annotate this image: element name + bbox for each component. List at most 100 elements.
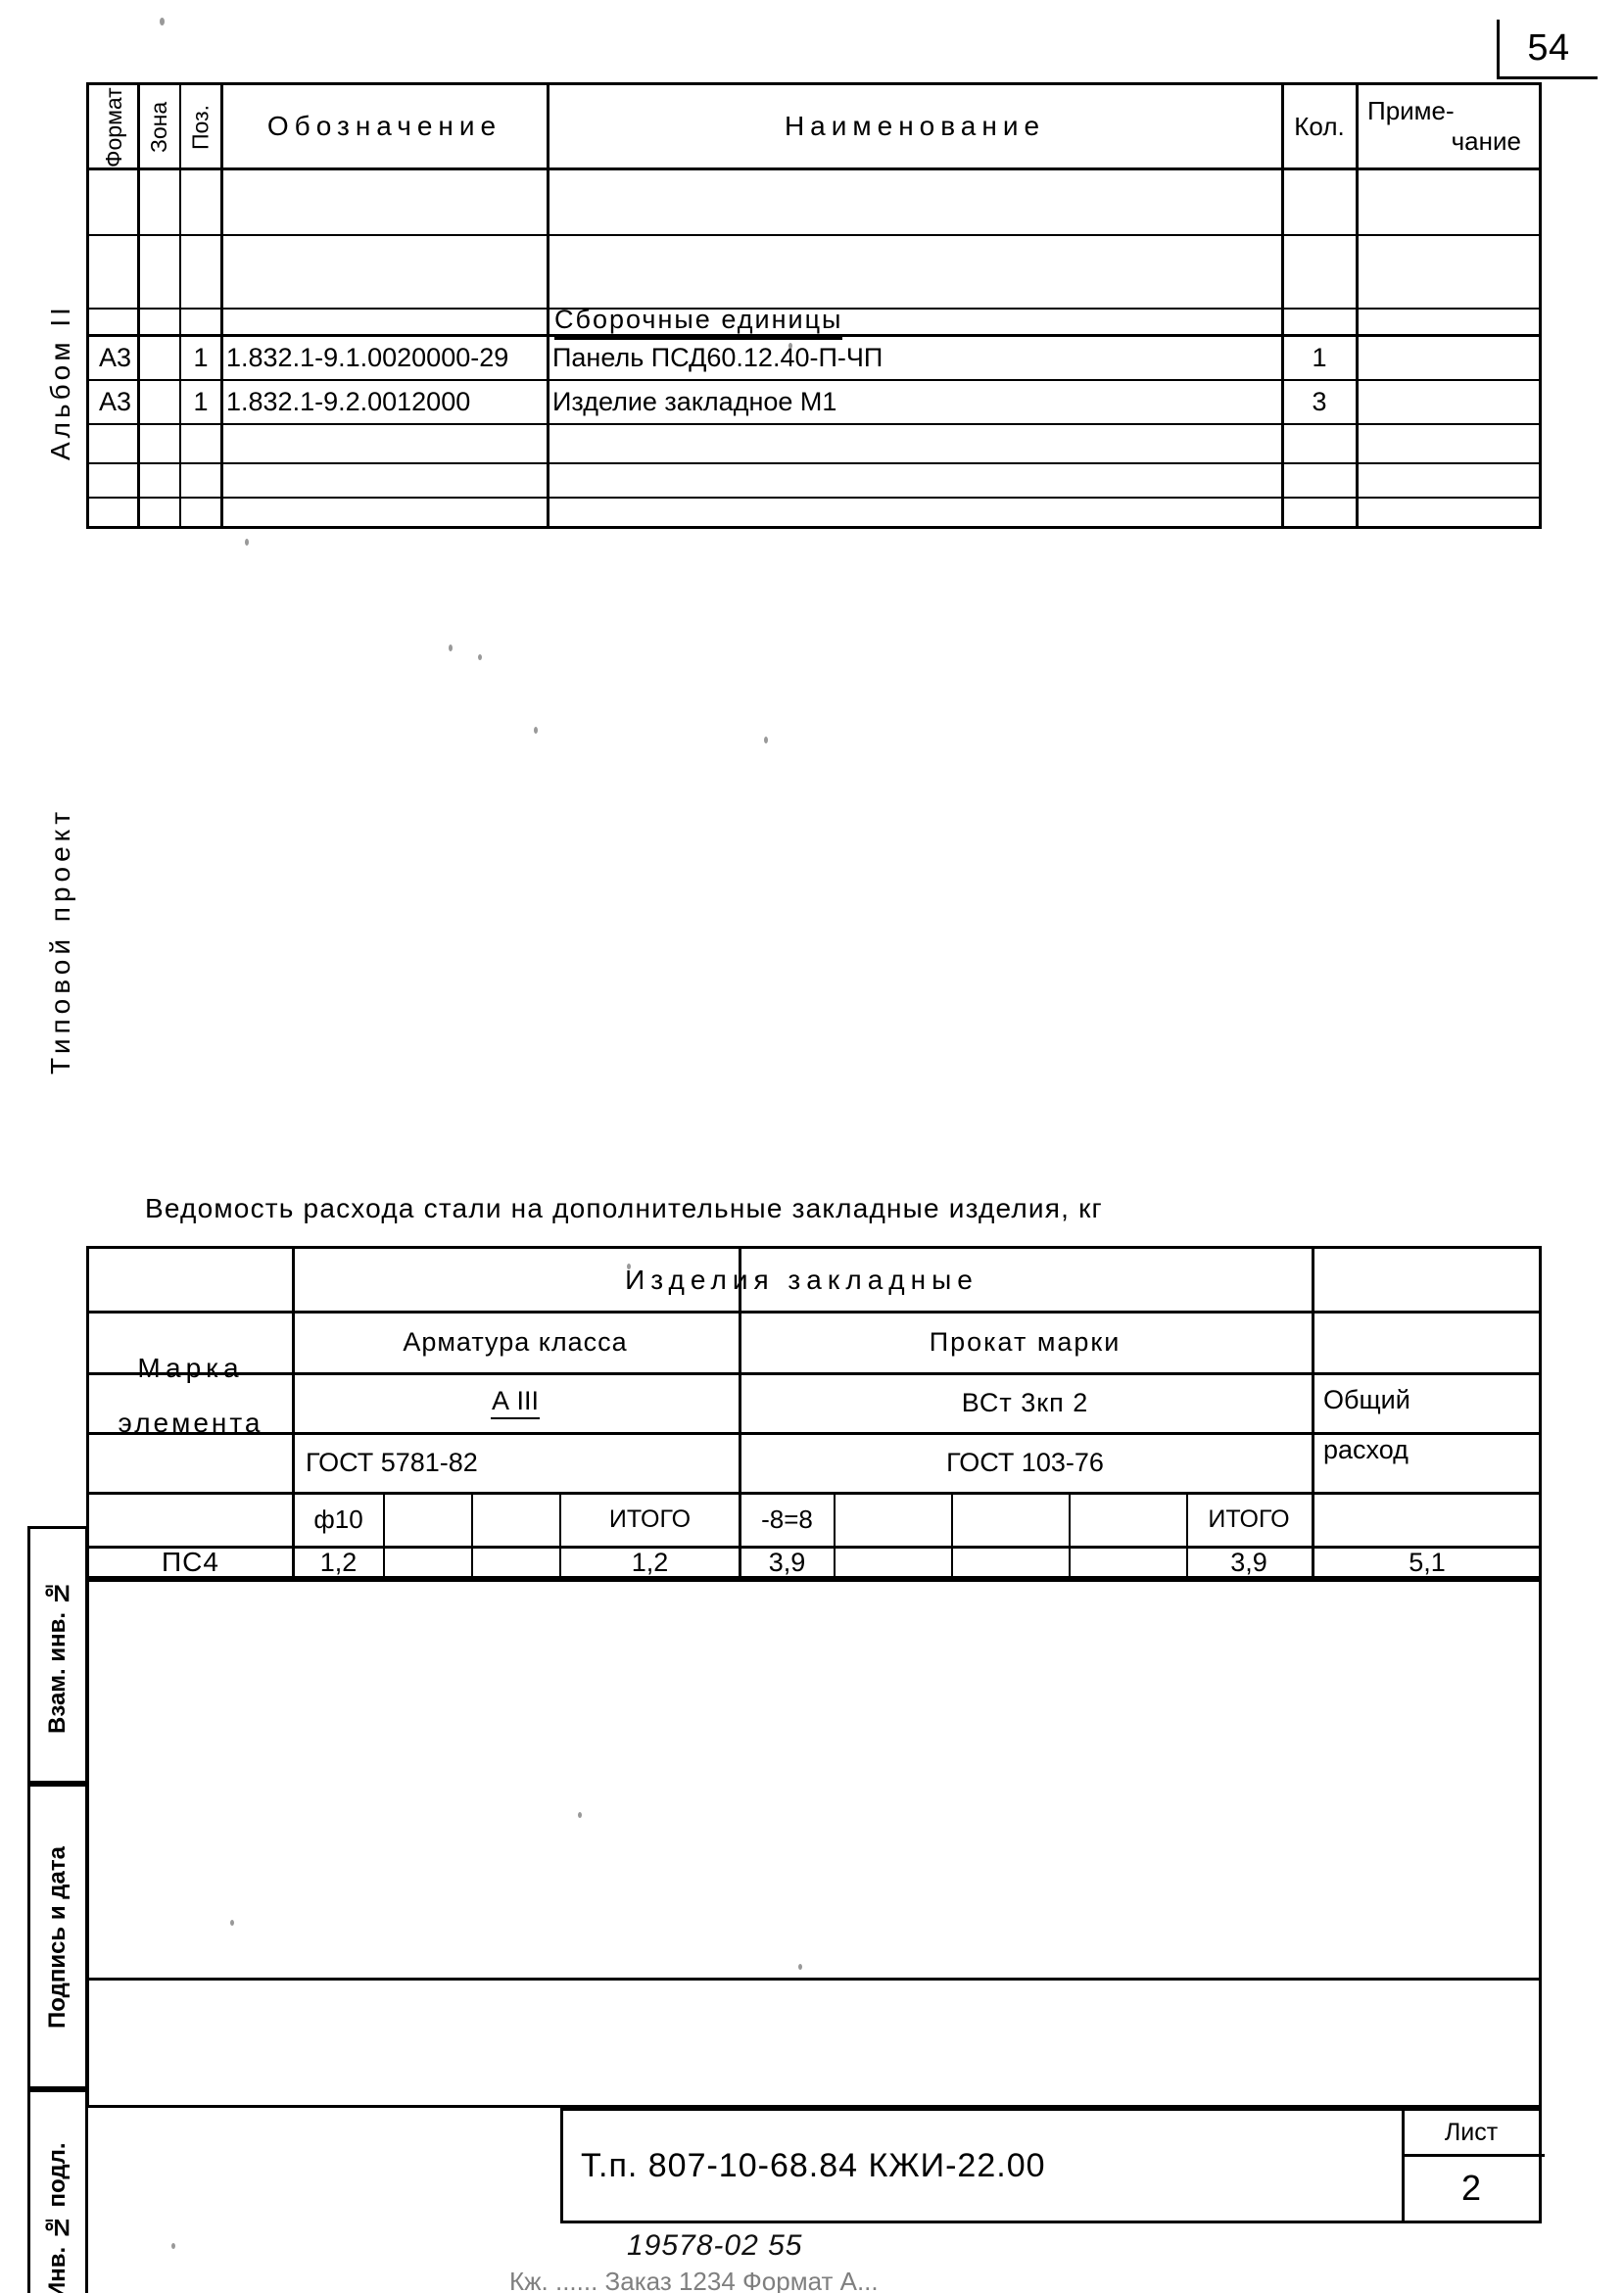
scan-speck xyxy=(230,1920,234,1926)
steel-row-rolled-0: 3,9 xyxy=(768,1547,806,1577)
steel-row-rebar-total: 1,2 xyxy=(631,1547,669,1577)
header-note-line1: Приме- xyxy=(1367,96,1455,126)
section-title-cell: Сборочные единицы xyxy=(554,305,1279,340)
specification-table: Формат Зона Поз. Обозначение Наименовани… xyxy=(86,82,1542,529)
title-block: Т.п. 807-10-68.84 КЖИ-22.00 Лист 2 xyxy=(560,2108,1545,2223)
steel-header-total-line1: Общий xyxy=(1323,1384,1410,1414)
header-name-label: Наименование xyxy=(784,111,1046,141)
steel-header-rolled-gost: ГОСТ 103-76 xyxy=(946,1447,1104,1477)
drawing-sheet: 54 Альбом II Типовой проект Формат Зона xyxy=(0,0,1624,2293)
scan-footer-text: Кж. ...... Заказ 1234 Формат А... xyxy=(509,2267,879,2293)
steel-subheader-rolled-3 xyxy=(1071,1494,1186,1545)
margin-sep-2 xyxy=(30,2089,85,2092)
header-pos: Поз. xyxy=(181,89,220,167)
scan-speck xyxy=(798,1964,802,1970)
steel-subheader-rolled-total: ИТОГО xyxy=(1208,1505,1290,1533)
margin-tick-2 xyxy=(27,2086,88,2089)
steel-row-rebar-1 xyxy=(385,1548,471,1577)
scan-speck xyxy=(449,645,453,651)
row-format: А3 xyxy=(99,342,132,372)
row-zone xyxy=(139,381,179,423)
scan-speck xyxy=(534,727,538,734)
row-sep-header xyxy=(89,167,1539,170)
steel-row-rebar-0: 1,2 xyxy=(319,1547,358,1577)
scan-speck xyxy=(478,654,482,660)
steel-header-rebar-grade-text: А III xyxy=(490,1386,540,1419)
steel-table-title: Ведомость расхода стали на дополнительны… xyxy=(145,1193,1516,1236)
project-label-text: Типовой проект xyxy=(45,806,75,1075)
row-format: А3 xyxy=(99,387,132,416)
steel-subheader-rebar-0: ф10 xyxy=(313,1504,363,1534)
header-format: Формат xyxy=(91,87,137,167)
row-sep-1 xyxy=(89,234,1539,236)
steel-subheader-rebar-total: ИТОГО xyxy=(608,1505,692,1533)
drawing-area-frame-lower xyxy=(86,1626,1542,2108)
title-block-sheet-number: 2 xyxy=(1460,2168,1482,2208)
header-name: Наименование xyxy=(549,85,1281,167)
row-pos: 1 xyxy=(193,387,209,416)
section-title-text: Сборочные единицы xyxy=(554,305,843,340)
scan-speck xyxy=(627,1264,631,1269)
row-name: Изделие закладное М1 xyxy=(552,387,837,416)
row-note xyxy=(1358,381,1539,423)
margin-label-inv: Инв. № подл. xyxy=(44,2142,71,2293)
steel-header-rebar-grade: А III xyxy=(294,1375,737,1430)
steel-subheader-rebar-2 xyxy=(473,1494,559,1545)
steel-header-mark-line2: элемента xyxy=(118,1408,263,1438)
steel-header-rebar-class: Арматура класса xyxy=(403,1326,628,1357)
steel-subheader-rebar-1 xyxy=(385,1494,471,1545)
page-number-box: 54 xyxy=(1497,20,1598,79)
title-block-sheet-label: Лист xyxy=(1444,2118,1499,2146)
scan-speck xyxy=(578,1812,582,1818)
album-label-text: Альбом II xyxy=(45,304,75,460)
page-number: 54 xyxy=(1527,26,1570,69)
margin-sep-1 xyxy=(30,1784,85,1787)
steel-subheader-rolled-1 xyxy=(836,1494,951,1545)
steel-row-mark: ПС4 xyxy=(162,1547,219,1577)
header-qty-label: Кол. xyxy=(1294,111,1345,141)
steel-row-grand-total: 5,1 xyxy=(1409,1547,1446,1577)
steel-header-group: Изделия закладные xyxy=(625,1265,979,1295)
row-note xyxy=(1358,336,1539,379)
header-qty: Кол. xyxy=(1283,85,1356,167)
row-qty: 3 xyxy=(1312,387,1327,416)
steel-row-rolled-2 xyxy=(953,1548,1069,1577)
row-qty: 1 xyxy=(1312,342,1327,372)
project-label: Типовой проект xyxy=(39,686,82,1195)
margin-label-vzam: Взам. инв. № xyxy=(44,1579,71,1734)
margin-stamp-column: Взам. инв. № Подпись и дата Инв. № подл. xyxy=(27,1526,88,2293)
header-zone-label: Зона xyxy=(146,101,171,154)
album-label: Альбом II xyxy=(39,78,82,686)
row-pos: 1 xyxy=(193,342,209,372)
row-zone xyxy=(139,336,179,379)
steel-header-rolled-grade: ВСт 3кп 2 xyxy=(961,1387,1089,1417)
scan-code-text: 19578-02 55 xyxy=(627,2229,803,2262)
header-format-label: Формат xyxy=(101,87,126,167)
row-sep-7 xyxy=(89,497,1539,499)
steel-header-total: Общий расход xyxy=(1314,1366,1541,1484)
steel-header-rebar-gost: ГОСТ 5781-82 xyxy=(306,1447,478,1477)
scan-speck xyxy=(245,539,249,546)
margin-tick-1 xyxy=(27,1781,88,1784)
header-designation: Обозначение xyxy=(222,85,547,167)
scan-speck xyxy=(171,2243,175,2249)
header-note: Приме- чание xyxy=(1358,85,1539,167)
steel-subheader-rolled-0: -8=8 xyxy=(761,1504,813,1534)
steel-row-rolled-1 xyxy=(836,1548,951,1577)
row-designation: 1.832.1-9.1.0020000-29 xyxy=(226,342,509,372)
steel-row-rebar-2 xyxy=(473,1548,559,1577)
steel-header-total-line2: расход xyxy=(1323,1435,1409,1464)
header-note-line2: чание xyxy=(1451,126,1521,156)
scan-speck xyxy=(160,18,165,25)
steel-row-rolled-total: 3,9 xyxy=(1230,1547,1267,1577)
margin-label-podpis: Подпись и дата xyxy=(44,1846,71,2029)
steel-header-rolled-mark: Прокат марки xyxy=(929,1326,1122,1357)
scan-speck xyxy=(788,343,792,349)
scan-speck xyxy=(764,737,768,743)
steel-consumption-table: Марка элемента Изделия закладные Арматур… xyxy=(86,1246,1542,1579)
row-designation: 1.832.1-9.2.0012000 xyxy=(226,387,471,416)
header-zone: Зона xyxy=(139,89,179,167)
row-name: Панель ПСД60.12.40-П-ЧП xyxy=(552,342,884,372)
row-sep-5 xyxy=(89,423,1539,425)
header-designation-label: Обозначение xyxy=(266,111,502,141)
